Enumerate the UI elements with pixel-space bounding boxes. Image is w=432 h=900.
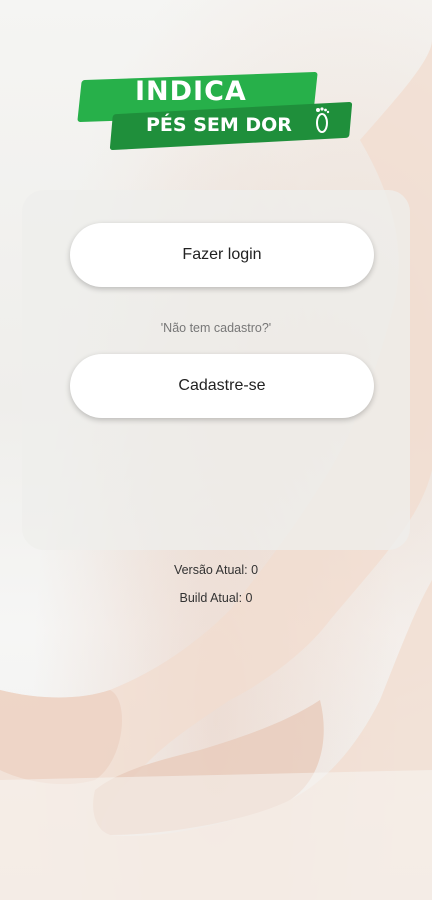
logo-text-pes-sem-dor: PÉS SEM DOR — [146, 114, 292, 136]
app-build: Build Atual: 0 — [179, 591, 253, 605]
signup-button[interactable]: Cadastre-se — [70, 354, 374, 418]
foot-icon — [316, 107, 330, 133]
brand-logo: INDICA PÉS SEM DOR — [77, 70, 355, 152]
logo-text-indica: INDICA — [135, 76, 247, 107]
app-version: Versão Atual: 0 — [173, 563, 259, 577]
login-button[interactable]: Fazer login — [70, 223, 374, 287]
signup-prompt: 'Não tem cadastro?' — [160, 321, 272, 335]
auth-card: Fazer login 'Não tem cadastro?' Cadastre… — [22, 190, 410, 550]
